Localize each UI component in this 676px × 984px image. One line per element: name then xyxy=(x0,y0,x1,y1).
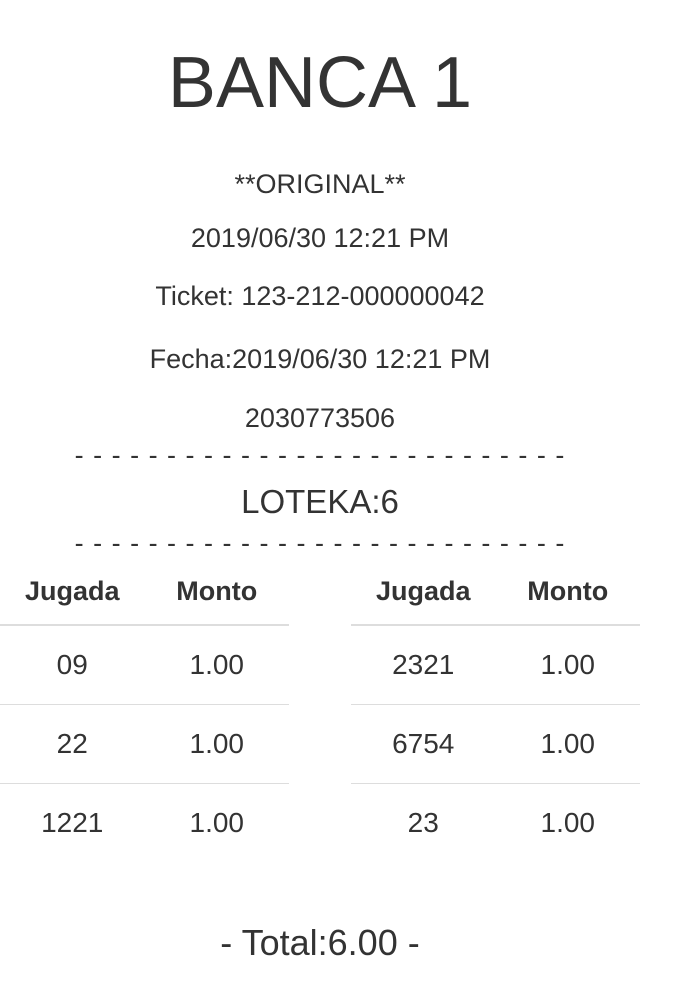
serial-number: 2030773506 xyxy=(244,403,396,433)
play-number: 09 xyxy=(56,649,88,680)
lottery-name: LOTEKA:6 xyxy=(241,483,399,520)
copy-label: **ORIGINAL** xyxy=(234,169,406,199)
table-row: 22 1.00 xyxy=(0,704,289,783)
ticket-number: Ticket: 123-212-000000042 xyxy=(155,281,485,311)
table-header: Jugada Monto xyxy=(351,558,640,626)
column-header-play: Jugada xyxy=(375,576,471,606)
table-header: Jugada Monto xyxy=(0,558,289,626)
column-header-amount: Monto xyxy=(176,576,258,606)
play-number: 2321 xyxy=(392,649,455,680)
printed-datetime: 2019/06/30 12:21 PM xyxy=(190,223,450,253)
play-number: 6754 xyxy=(392,728,455,759)
play-amount: 1.00 xyxy=(189,728,245,759)
ticket-total: - Total:6.00 - xyxy=(220,922,420,963)
table-row: 1221 1.00 xyxy=(0,783,289,862)
play-amount: 1.00 xyxy=(540,728,596,759)
table-row: 6754 1.00 xyxy=(351,704,640,783)
play-amount: 1.00 xyxy=(189,807,245,838)
separator-top: - - - - - - - - - - - - - - - - - - - - … xyxy=(74,440,566,470)
table-row: 09 1.00 xyxy=(0,626,289,704)
play-amount: 1.00 xyxy=(540,807,596,838)
column-header-play: Jugada xyxy=(24,576,120,606)
play-number: 23 xyxy=(407,807,439,838)
separator-bottom: - - - - - - - - - - - - - - - - - - - - … xyxy=(74,528,566,558)
play-number: 22 xyxy=(56,728,88,759)
play-amount: 1.00 xyxy=(189,649,245,680)
table-row: 2321 1.00 xyxy=(351,626,640,704)
play-number: 1221 xyxy=(41,807,104,838)
plays-table-right: Jugada Monto 2321 1.00 6754 1.00 23 1.00 xyxy=(351,558,640,862)
plays-table-left: Jugada Monto 09 1.00 22 1.00 1221 1.00 xyxy=(0,558,289,862)
bank-title: BANCA 1 xyxy=(167,43,473,123)
date-line: Fecha:2019/06/30 12:21 PM xyxy=(149,344,491,374)
table-row: 23 1.00 xyxy=(351,783,640,862)
column-header-amount: Monto xyxy=(527,576,609,606)
play-amount: 1.00 xyxy=(540,649,596,680)
